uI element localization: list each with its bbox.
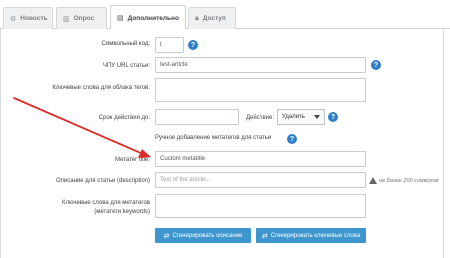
red-arrow-annotation — [13, 97, 151, 158]
